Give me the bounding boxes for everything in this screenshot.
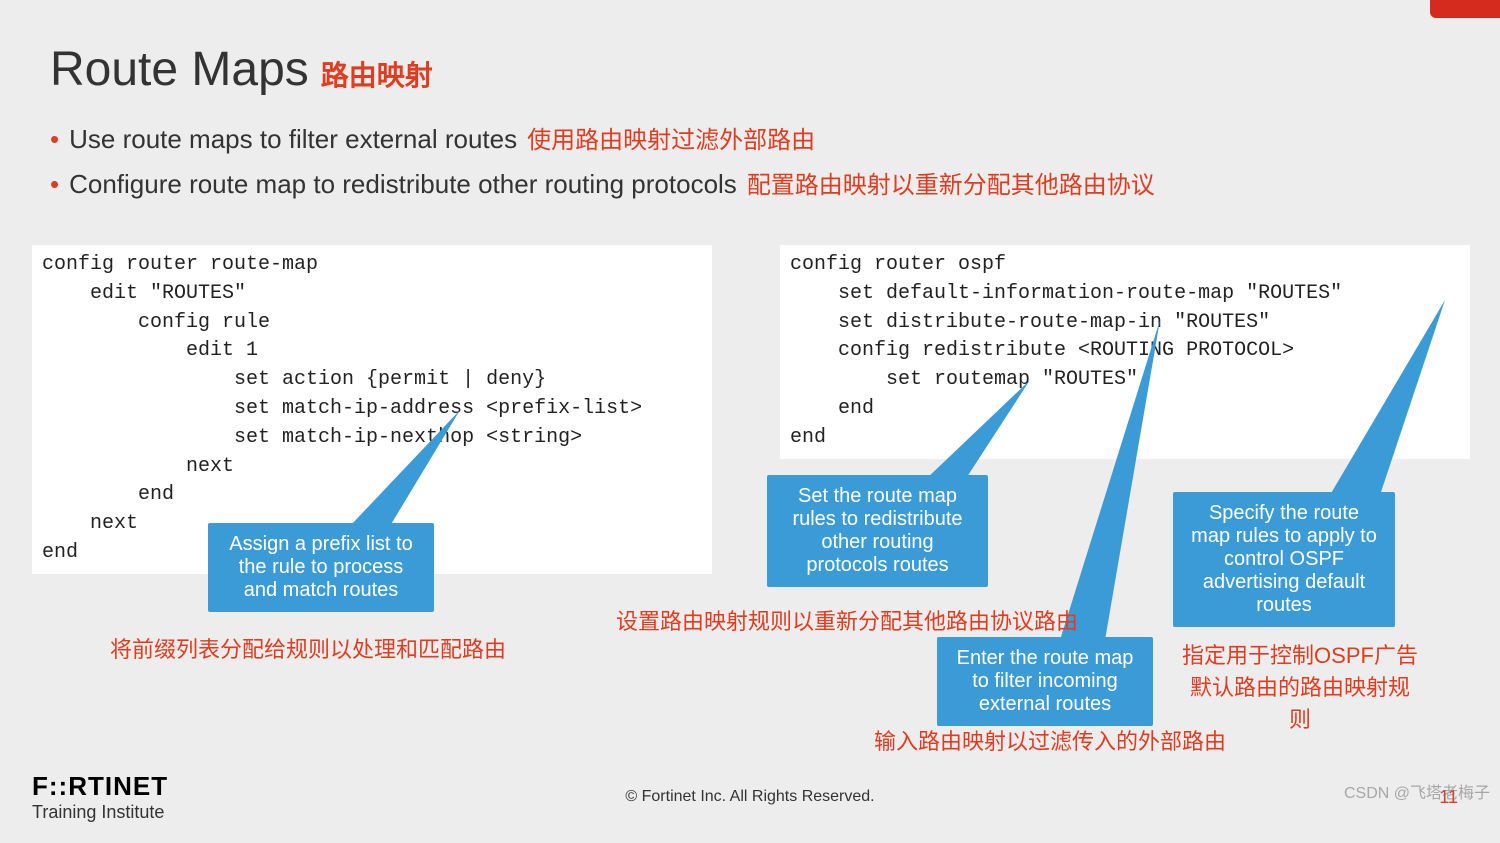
copyright-text: © Fortinet Inc. All Rights Reserved.: [625, 788, 874, 806]
bullet-list: • Use route maps to filter external rout…: [50, 120, 1155, 210]
logo-text: F::RTINET: [32, 771, 168, 802]
slide-title-zh: 路由映射: [321, 54, 433, 94]
callout-redistribute: Set the route map rules to redistribute …: [767, 475, 988, 587]
bullet-text-en: Use route maps to filter external routes: [69, 124, 517, 155]
title-row: Route Maps 路由映射: [50, 42, 433, 97]
footer: F::RTINET Training Institute © Fortinet …: [0, 771, 1500, 823]
logo: F::RTINET Training Institute: [32, 771, 168, 823]
callout-prefix-list: Assign a prefix list to the rule to proc…: [208, 523, 434, 612]
bullet-item: • Use route maps to filter external rout…: [50, 120, 1155, 155]
bullet-dot-icon: •: [50, 126, 59, 152]
callout-arrow-icon: [1310, 300, 1450, 500]
logo-subtitle: Training Institute: [32, 802, 168, 823]
translation-prefix-list: 将前缀列表分配给规则以处理和匹配路由: [110, 632, 506, 664]
bullet-text-zh: 配置路由映射以重新分配其他路由协议: [747, 165, 1155, 200]
callout-arrow-icon: [1050, 320, 1170, 640]
bullet-dot-icon: •: [50, 171, 59, 197]
callout-arrow-icon: [330, 410, 470, 530]
bullet-text-zh: 使用路由映射过滤外部路由: [527, 120, 815, 155]
translation-filter-incoming: 输入路由映射以过滤传入的外部路由: [874, 724, 1226, 756]
bullet-item: • Configure route map to redistribute ot…: [50, 165, 1155, 200]
translation-default-routes: 指定用于控制OSPF广告默认路由的路由映射规则: [1180, 638, 1420, 734]
callout-default-routes: Specify the route map rules to apply to …: [1173, 492, 1395, 627]
callout-filter-incoming: Enter the route map to filter incoming e…: [937, 637, 1153, 726]
slide: Route Maps 路由映射 • Use route maps to filt…: [0, 0, 1500, 843]
corner-tab: [1430, 0, 1500, 18]
translation-redistribute: 设置路由映射规则以重新分配其他路由协议路由: [616, 604, 1078, 636]
bullet-text-en: Configure route map to redistribute othe…: [69, 169, 737, 200]
callout-arrow-icon: [920, 380, 1040, 490]
slide-title-en: Route Maps: [50, 42, 309, 97]
watermark: CSDN @飞塔老梅子: [1344, 779, 1490, 803]
